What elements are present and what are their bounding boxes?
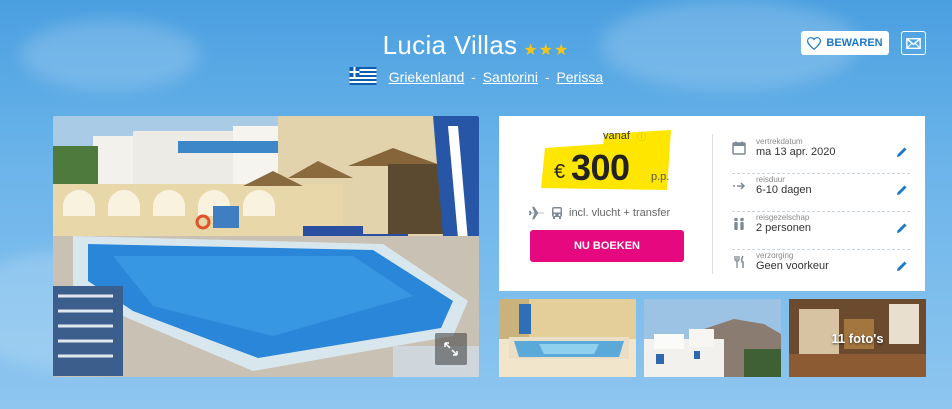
breadcrumb: Griekenland - Santorini - Perissa bbox=[0, 67, 952, 85]
detail-value: ma 13 apr. 2020 bbox=[756, 146, 836, 158]
breadcrumb-separator: - bbox=[544, 69, 550, 85]
detail-departure-date[interactable]: vertrekdatum ma 13 apr. 2020 bbox=[732, 136, 910, 174]
price-from-label: vanaf bbox=[603, 130, 630, 142]
price-includes: incl. vlucht + transfer bbox=[529, 206, 670, 220]
pencil-icon[interactable] bbox=[896, 146, 908, 158]
star-rating: ★★★ bbox=[523, 41, 570, 59]
pool-photo-illustration bbox=[53, 116, 479, 377]
expand-arrows-icon bbox=[444, 342, 458, 356]
detail-label: reisduur bbox=[756, 175, 785, 184]
main-hotel-photo[interactable] bbox=[53, 116, 479, 377]
envelope-icon bbox=[906, 37, 921, 49]
breadcrumb-separator: - bbox=[471, 69, 476, 85]
breadcrumb-region-link[interactable]: Santorini bbox=[483, 69, 538, 85]
book-now-label: NU BOEKEN bbox=[573, 240, 640, 252]
share-email-button[interactable] bbox=[901, 31, 926, 55]
expand-photo-button[interactable] bbox=[435, 333, 467, 365]
greece-flag-icon bbox=[349, 67, 377, 85]
village-photo-illustration bbox=[644, 299, 781, 377]
cutlery-icon bbox=[734, 255, 744, 268]
detail-duration[interactable]: reisduur 6-10 dagen bbox=[732, 174, 910, 212]
booking-card: vanaf ⓘ € 300 p.p. incl. vlucht + transf… bbox=[499, 116, 925, 291]
detail-value: 2 personen bbox=[756, 222, 812, 234]
gallery-thumbnail-jacuzzi[interactable] bbox=[499, 299, 636, 377]
pencil-icon[interactable] bbox=[896, 184, 908, 196]
plane-icon bbox=[529, 206, 544, 220]
photo-count-label: 11 foto's bbox=[831, 331, 884, 346]
save-button-label: BEWAREN bbox=[826, 37, 883, 49]
save-button[interactable]: BEWAREN bbox=[801, 31, 889, 55]
detail-value: Geen voorkeur bbox=[756, 260, 829, 272]
jacuzzi-photo-illustration bbox=[499, 299, 636, 377]
gallery-thumbnail-more-photos[interactable]: 11 foto's bbox=[789, 299, 926, 377]
card-divider bbox=[712, 134, 713, 274]
detail-label: reisgezelschap bbox=[756, 213, 810, 222]
pencil-icon[interactable] bbox=[896, 222, 908, 234]
price-info-icon[interactable]: ⓘ bbox=[637, 130, 646, 143]
price-currency: € bbox=[554, 161, 566, 183]
travelers-icon bbox=[734, 217, 744, 230]
breadcrumb-country-link[interactable]: Griekenland bbox=[389, 69, 465, 85]
hotel-name: Lucia Villas bbox=[382, 30, 518, 60]
calendar-icon bbox=[732, 141, 746, 155]
book-now-button[interactable]: NU BOEKEN bbox=[530, 230, 684, 262]
detail-value: 6-10 dagen bbox=[756, 184, 812, 196]
price-unit: p.p. bbox=[651, 171, 670, 183]
detail-label: verzorging bbox=[756, 251, 794, 260]
includes-text: incl. vlucht + transfer bbox=[569, 207, 671, 219]
breadcrumb-city-link[interactable]: Perissa bbox=[556, 69, 603, 85]
gallery-thumbnail-village[interactable] bbox=[644, 299, 781, 377]
pencil-icon[interactable] bbox=[896, 260, 908, 272]
heart-icon bbox=[807, 36, 822, 50]
detail-travelers[interactable]: reisgezelschap 2 personen bbox=[732, 212, 910, 250]
duration-arrow-icon bbox=[733, 182, 746, 190]
detail-board[interactable]: verzorging Geen voorkeur bbox=[732, 250, 910, 288]
detail-label: vertrekdatum bbox=[756, 137, 803, 146]
bus-icon bbox=[552, 207, 562, 219]
price-amount: 300 bbox=[571, 147, 630, 188]
